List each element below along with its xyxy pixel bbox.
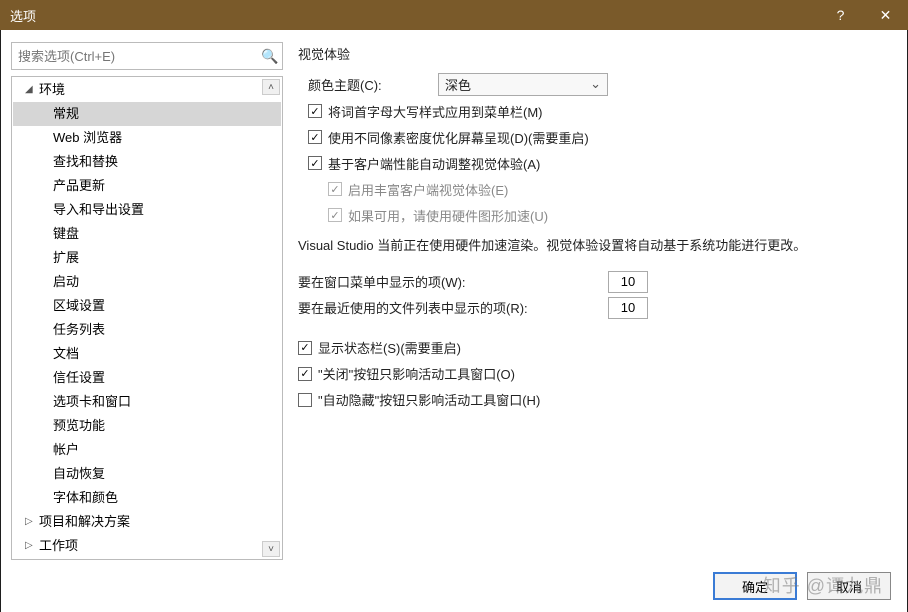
window-menu-input[interactable] bbox=[608, 271, 648, 293]
chevron-down-icon: ◢ bbox=[25, 80, 39, 100]
tree-item-3[interactable]: 产品更新 bbox=[13, 174, 281, 198]
tree-item-8[interactable]: 区域设置 bbox=[13, 294, 281, 318]
tree-item-5[interactable]: 键盘 bbox=[13, 222, 281, 246]
auto-visual-checkbox[interactable] bbox=[308, 156, 322, 170]
tree-item-4[interactable]: 导入和导出设置 bbox=[13, 198, 281, 222]
cb-hw-accel-row: 如果可用，请使用硬件图形加速(U) bbox=[328, 204, 889, 226]
hw-accel-description: Visual Studio 当前正在使用硬件加速渲染。视觉体验设置将自动基于系统… bbox=[298, 236, 889, 257]
titlebar: 选项 ? ✕ bbox=[0, 0, 908, 30]
tree-item-7[interactable]: 启动 bbox=[13, 270, 281, 294]
options-dialog: 选项 ? ✕ 🔍 ˄ ◢环境常规Web 浏览器查找和替换产品更新导入和导出设置键… bbox=[0, 0, 908, 606]
tree-item-12[interactable]: 选项卡和窗口 bbox=[13, 390, 281, 414]
button-bar: 确定 取消 知乎 @谭九鼎 bbox=[1, 560, 907, 612]
scroll-up-icon[interactable]: ˄ bbox=[262, 79, 280, 95]
search-input[interactable] bbox=[12, 43, 258, 69]
cb-close-btn-row: "关闭"按钮只影响活动工具窗口(O) bbox=[298, 363, 889, 385]
hw-accel-checkbox bbox=[328, 208, 342, 222]
rich-client-label: 启用丰富客户端视觉体验(E) bbox=[348, 180, 508, 199]
category-tree[interactable]: ˄ ◢环境常规Web 浏览器查找和替换产品更新导入和导出设置键盘扩展启动区域设置… bbox=[11, 76, 283, 560]
tree-top-1[interactable]: ▷项目和解决方案 bbox=[13, 510, 281, 534]
tree-item-6[interactable]: 扩展 bbox=[13, 246, 281, 270]
autohide-checkbox[interactable] bbox=[298, 393, 312, 407]
close-button[interactable]: ✕ bbox=[863, 0, 908, 30]
recent-files-label: 要在最近使用的文件列表中显示的项(R): bbox=[298, 298, 608, 317]
help-icon: ? bbox=[837, 7, 845, 23]
window-menu-label: 要在窗口菜单中显示的项(W): bbox=[298, 272, 608, 291]
theme-dropdown[interactable]: 深色 bbox=[438, 73, 608, 96]
autohide-label: "自动隐藏"按钮只影响活动工具窗口(H) bbox=[318, 390, 540, 409]
tree-item-9[interactable]: 任务列表 bbox=[13, 318, 281, 342]
close-icon: ✕ bbox=[880, 7, 892, 24]
tree-top-env[interactable]: ◢环境 bbox=[13, 78, 281, 102]
cb-statusbar-row: 显示状态栏(S)(需要重启) bbox=[298, 337, 889, 359]
cb-titlecase-row: 将词首字母大写样式应用到菜单栏(M) bbox=[308, 100, 889, 122]
titlecase-label: 将词首字母大写样式应用到菜单栏(M) bbox=[328, 102, 543, 121]
cb-rich-client-row: 启用丰富客户端视觉体验(E) bbox=[328, 178, 889, 200]
window-menu-row: 要在窗口菜单中显示的项(W): bbox=[298, 271, 889, 293]
tree-top-2[interactable]: ▷工作项 bbox=[13, 534, 281, 558]
tree-item-15[interactable]: 自动恢复 bbox=[13, 462, 281, 486]
scroll-down-icon[interactable]: ˅ bbox=[262, 541, 280, 557]
statusbar-label: 显示状态栏(S)(需要重启) bbox=[318, 338, 461, 357]
statusbar-checkbox[interactable] bbox=[298, 341, 312, 355]
rich-client-checkbox bbox=[328, 182, 342, 196]
close-affects-checkbox[interactable] bbox=[298, 367, 312, 381]
settings-panel: 视觉体验 颜色主题(C): 深色 将词首字母大写样式应用到菜单栏(M) 使用不同… bbox=[298, 42, 897, 560]
tree-item-14[interactable]: 帐户 bbox=[13, 438, 281, 462]
ok-button[interactable]: 确定 bbox=[713, 572, 797, 600]
cb-autohide-row: "自动隐藏"按钮只影响活动工具窗口(H) bbox=[298, 389, 889, 411]
tree-item-0[interactable]: 常规 bbox=[13, 102, 281, 126]
close-affects-label: "关闭"按钮只影响活动工具窗口(O) bbox=[318, 364, 515, 383]
chevron-right-icon: ▷ bbox=[25, 536, 39, 556]
theme-value: 深色 bbox=[445, 75, 471, 94]
tree-item-10[interactable]: 文档 bbox=[13, 342, 281, 366]
cb-dpi-row: 使用不同像素密度优化屏幕呈现(D)(需要重启) bbox=[308, 126, 889, 148]
cb-auto-visual-row: 基于客户端性能自动调整视觉体验(A) bbox=[308, 152, 889, 174]
search-box[interactable]: 🔍 bbox=[11, 42, 283, 70]
dialog-body: 🔍 ˄ ◢环境常规Web 浏览器查找和替换产品更新导入和导出设置键盘扩展启动区域… bbox=[1, 30, 907, 560]
tree-item-2[interactable]: 查找和替换 bbox=[13, 150, 281, 174]
cancel-button[interactable]: 取消 bbox=[807, 572, 891, 600]
hw-accel-label: 如果可用，请使用硬件图形加速(U) bbox=[348, 206, 548, 225]
dpi-checkbox[interactable] bbox=[308, 130, 322, 144]
theme-row: 颜色主题(C): 深色 bbox=[308, 73, 889, 96]
theme-label: 颜色主题(C): bbox=[308, 75, 438, 94]
recent-files-row: 要在最近使用的文件列表中显示的项(R): bbox=[298, 297, 889, 319]
window-title: 选项 bbox=[10, 6, 818, 25]
dialog-client: 🔍 ˄ ◢环境常规Web 浏览器查找和替换产品更新导入和导出设置键盘扩展启动区域… bbox=[1, 30, 907, 612]
tree-item-11[interactable]: 信任设置 bbox=[13, 366, 281, 390]
search-icon: 🔍 bbox=[258, 48, 282, 65]
tree-item-1[interactable]: Web 浏览器 bbox=[13, 126, 281, 150]
dpi-label: 使用不同像素密度优化屏幕呈现(D)(需要重启) bbox=[328, 128, 589, 147]
titlecase-checkbox[interactable] bbox=[308, 104, 322, 118]
recent-files-input[interactable] bbox=[608, 297, 648, 319]
tree-item-16[interactable]: 字体和颜色 bbox=[13, 486, 281, 510]
tree-item-13[interactable]: 预览功能 bbox=[13, 414, 281, 438]
auto-visual-label: 基于客户端性能自动调整视觉体验(A) bbox=[328, 154, 540, 173]
left-column: 🔍 ˄ ◢环境常规Web 浏览器查找和替换产品更新导入和导出设置键盘扩展启动区域… bbox=[11, 42, 283, 560]
section-title: 视觉体验 bbox=[298, 44, 889, 63]
help-button[interactable]: ? bbox=[818, 0, 863, 30]
chevron-right-icon: ▷ bbox=[25, 512, 39, 532]
